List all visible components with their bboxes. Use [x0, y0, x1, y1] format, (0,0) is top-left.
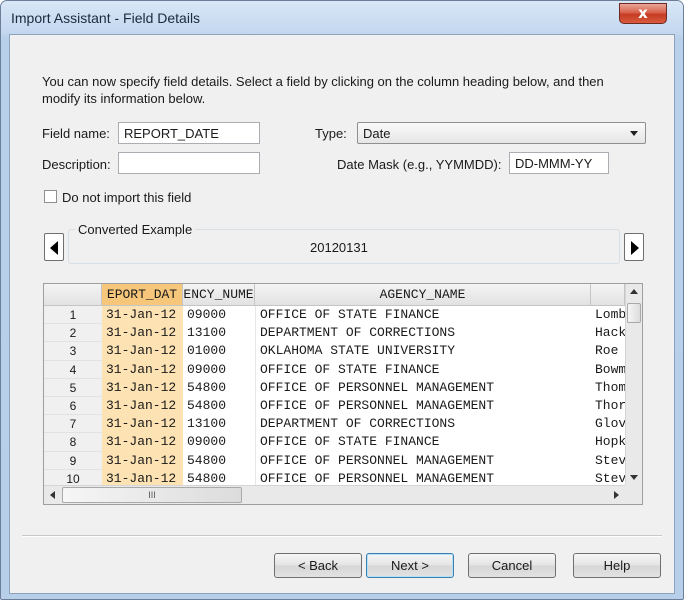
cell-report-date: 31-Jan-12 [102, 397, 183, 416]
cell-agency-name: OFFICE OF PERSONNEL MANAGEMENT [255, 378, 591, 397]
grid-corner [44, 284, 102, 306]
cell-report-date: 31-Jan-12 [102, 342, 183, 361]
description-input[interactable] [118, 152, 260, 174]
row-number[interactable]: 3 [44, 342, 102, 361]
cell-report-date: 31-Jan-12 [102, 378, 183, 397]
intro-text: You can now specify field details. Selec… [42, 74, 604, 106]
type-label: Type: [315, 126, 347, 141]
cell-agency-number: 54800 [187, 452, 227, 468]
cell-report-date: 31-Jan-12 [102, 360, 183, 379]
cell-agency-name: OFFICE OF PERSONNEL MANAGEMENT [255, 397, 591, 416]
cell-next-column: Thom [595, 379, 625, 395]
cell-report-date: 31-Jan-12 [102, 415, 183, 434]
chevron-down-icon [630, 131, 638, 136]
description-label: Description: [42, 157, 111, 172]
cell-agency-name: OFFICE OF STATE FINANCE [255, 433, 591, 452]
cell-next-column: Thor [595, 398, 625, 413]
data-preview-grid: EPORT_DAT ENCY_NUME AGENCY_NAME 1 31-Jan-… [43, 283, 643, 505]
cell-agency-number: 13100 [187, 325, 227, 341]
row-number[interactable]: 1 [44, 306, 102, 325]
do-not-import-checkbox[interactable] [44, 190, 57, 203]
window-title: Import Assistant - Field Details [11, 10, 201, 26]
cell-report-date: 31-Jan-12 [102, 306, 183, 325]
cell-report-date: 31-Jan-12 [102, 451, 183, 470]
horizontal-scroll-thumb[interactable]: III [62, 487, 242, 503]
cell-next-column: Hack [595, 325, 625, 341]
cell-agency-number: 09000 [187, 361, 227, 377]
column-header-agency-name[interactable]: AGENCY_NAME [255, 284, 591, 306]
column-header-report-date[interactable]: EPORT_DAT [102, 284, 183, 306]
cell-agency-name: OKLAHOMA STATE UNIVERSITY [255, 342, 591, 361]
arrow-left-icon [50, 241, 58, 255]
row-number[interactable]: 9 [44, 451, 102, 470]
cell-report-date: 31-Jan-12 [102, 433, 183, 452]
cell-agency-name: DEPARTMENT OF CORRECTIONS [255, 415, 591, 434]
cell-agency-name: OFFICE OF PERSONNEL MANAGEMENT [255, 451, 591, 470]
row-number[interactable]: 7 [44, 415, 102, 434]
arrow-right-icon [631, 241, 639, 255]
cell-report-date: 31-Jan-12 [102, 324, 183, 343]
cell-next-column: Glov [595, 416, 625, 432]
row-number[interactable]: 8 [44, 433, 102, 452]
do-not-import-label[interactable]: Do not import this field [62, 190, 191, 205]
cell-agency-number: 54800 [187, 379, 227, 395]
scroll-right-icon[interactable] [614, 491, 619, 499]
row-number[interactable]: 5 [44, 378, 102, 397]
title-bar[interactable]: Import Assistant - Field Details x [1, 1, 683, 35]
scroll-left-icon[interactable] [50, 491, 55, 499]
scrollbar-corner [625, 485, 642, 504]
close-button[interactable]: x [619, 3, 667, 24]
cell-agency-number: 54800 [187, 398, 227, 413]
next-field-button[interactable] [624, 233, 644, 261]
row-number[interactable]: 6 [44, 397, 102, 416]
import-assistant-window: Import Assistant - Field Details x You c… [0, 0, 684, 600]
cell-agency-name: OFFICE OF STATE FINANCE [255, 306, 591, 325]
field-name-label: Field name: [42, 126, 110, 141]
converted-example-value: 20120131 [310, 240, 368, 255]
cell-agency-number: 09000 [187, 434, 227, 450]
scroll-down-icon[interactable] [630, 475, 638, 480]
converted-example-title: Converted Example [75, 222, 196, 237]
cell-agency-name: OFFICE OF STATE FINANCE [255, 360, 591, 379]
cancel-button[interactable]: Cancel [468, 553, 556, 578]
scroll-up-icon[interactable] [630, 289, 638, 294]
date-mask-label: Date Mask (e.g., YYMMDD): [337, 157, 502, 172]
previous-field-button[interactable] [44, 233, 64, 261]
next-button[interactable]: Next > [366, 553, 454, 578]
row-number[interactable]: 4 [44, 360, 102, 379]
horizontal-scrollbar[interactable]: III [44, 485, 625, 504]
date-mask-input[interactable]: DD-MMM-YY [509, 152, 609, 174]
help-button[interactable]: Help [573, 553, 661, 578]
column-header-next[interactable] [591, 284, 625, 306]
dialog-body: You can now specify field details. Selec… [9, 34, 675, 594]
column-header-agency-number[interactable]: ENCY_NUME [183, 284, 255, 306]
footer-separator [22, 535, 662, 537]
back-button[interactable]: < Back [274, 553, 362, 578]
vertical-scroll-thumb[interactable] [627, 303, 641, 323]
cell-agency-number: 09000 [187, 307, 227, 322]
cell-next-column: Lomb [595, 307, 625, 322]
cell-agency-number: 01000 [187, 343, 227, 359]
type-select[interactable]: Date [357, 122, 646, 144]
type-select-value: Date [363, 126, 391, 141]
row-number[interactable]: 2 [44, 324, 102, 343]
cell-next-column: Bowm [595, 361, 625, 377]
cell-agency-number: 13100 [187, 416, 227, 432]
field-name-input[interactable]: REPORT_DATE [118, 122, 260, 144]
close-icon: x [638, 4, 648, 22]
vertical-scrollbar[interactable] [625, 284, 642, 485]
cell-agency-name: DEPARTMENT OF CORRECTIONS [255, 324, 591, 343]
cell-next-column: Hopk [595, 434, 625, 450]
cell-next-column: Stev [595, 452, 625, 468]
cell-next-column: Roe [595, 343, 619, 359]
